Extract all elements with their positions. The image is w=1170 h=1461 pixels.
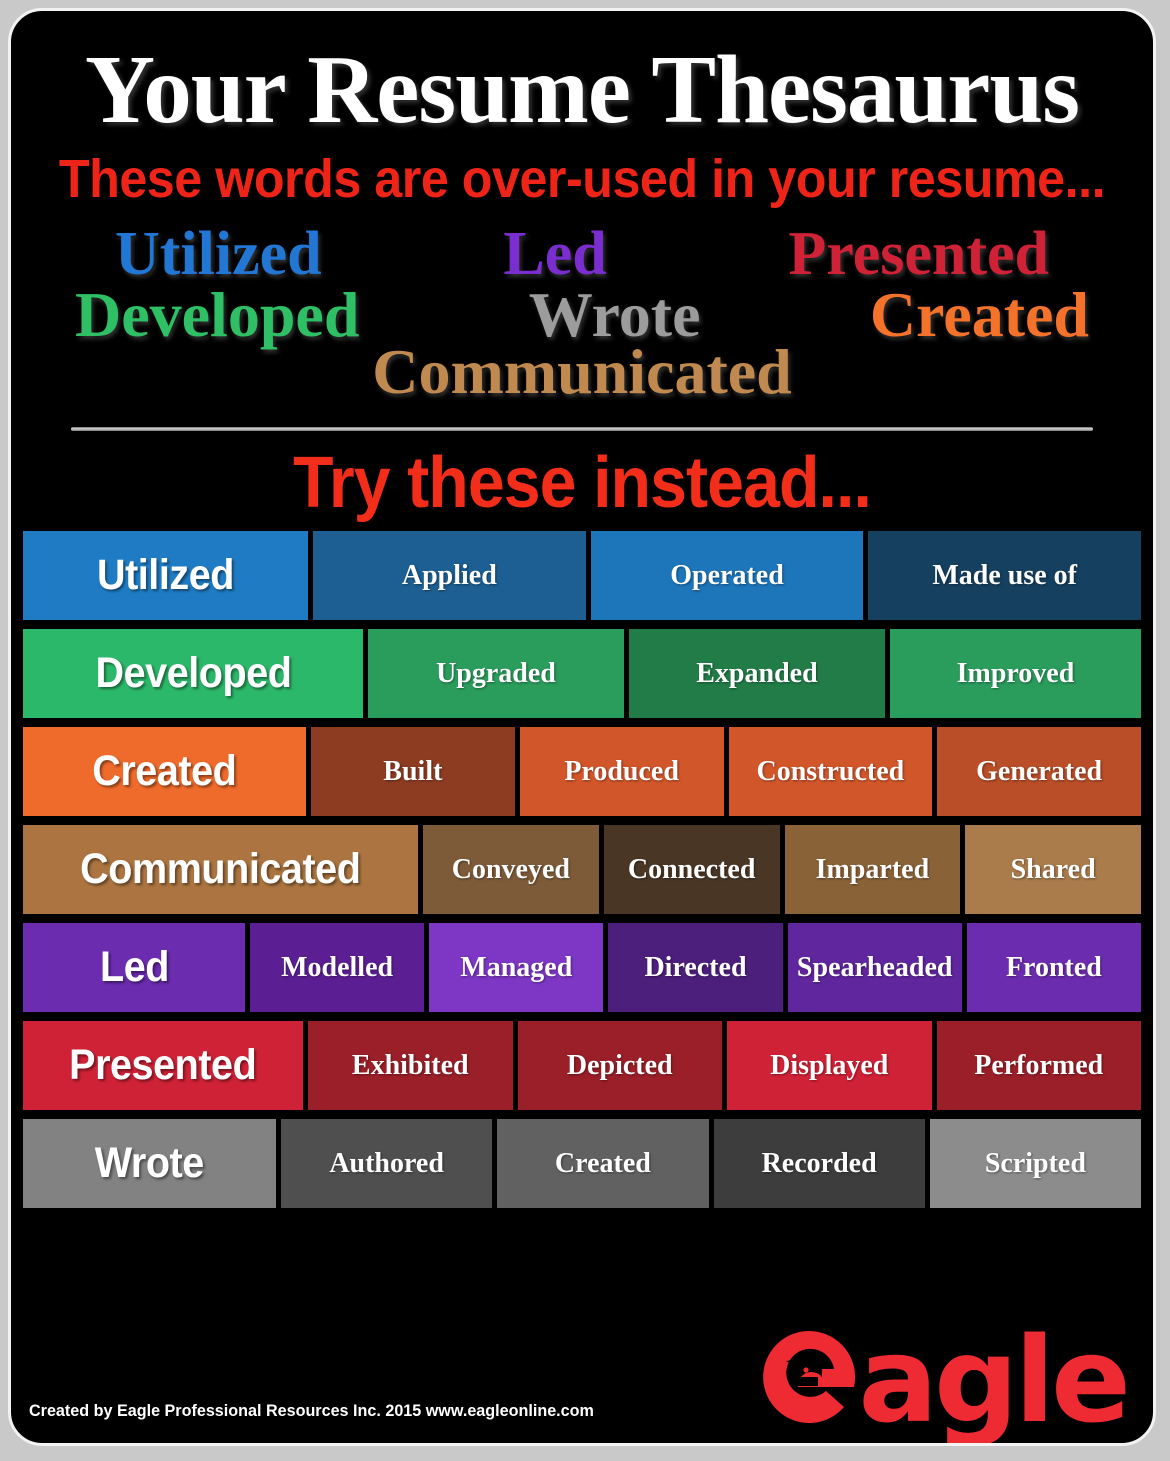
synonym-cell: Imparted — [784, 825, 961, 915]
overused-word-led: Led — [503, 220, 607, 288]
overused-word-presented: Presented — [788, 220, 1049, 288]
thesaurus-table: Utilized Applied Operated Made use of Develo… — [11, 531, 1153, 1209]
thesaurus-row: Communicated Conveyed Connected Imparted Sha… — [23, 825, 1141, 915]
thesaurus-row: Led Modelled Managed Directed Spearheaded Fro… — [23, 923, 1142, 1013]
synonym-cell: Displayed — [727, 1021, 932, 1111]
synonym-cell: Operated — [590, 531, 864, 621]
synonym-cell: Exhibited — [308, 1021, 513, 1111]
subtitle: These words are over-used in your resume… — [58, 149, 1106, 209]
synonym-cell: Constructed — [728, 727, 933, 817]
synonym-cell: Created — [497, 1119, 709, 1209]
synonym-cell: Applied — [313, 531, 586, 621]
synonym-cell: Performed — [936, 1021, 1141, 1111]
overused-word-created: Created — [869, 279, 1089, 351]
logo-wordmark: agle — [858, 1311, 1131, 1446]
eagle-head-icon — [758, 1325, 862, 1429]
overused-word-cloud: Utilized Led Presented Developed Wrote C… — [11, 220, 1153, 408]
synonym-cell: Built — [311, 727, 515, 817]
thesaurus-row: Wrote Authored Created Recorded Scripted — [23, 1119, 1141, 1209]
synonym-cell: Directed — [608, 923, 783, 1013]
thesaurus-row-label: Developed — [23, 629, 363, 719]
synonym-cell: Authored — [281, 1119, 493, 1209]
thesaurus-row-label: Utilized — [23, 531, 308, 621]
synonym-cell: Connected — [603, 825, 780, 915]
synonym-cell: Made use of — [868, 531, 1142, 621]
thesaurus-row-label: Wrote — [23, 1119, 276, 1209]
thesaurus-row-label: Created — [23, 727, 306, 817]
synonym-cell: Managed — [429, 923, 604, 1013]
footer: Created by Eagle Professional Resources … — [11, 1315, 1153, 1443]
overused-word-communicated: Communicated — [372, 336, 792, 408]
synonym-cell: Expanded — [628, 629, 885, 719]
synonym-cell: Modelled — [250, 923, 425, 1013]
synonym-cell: Conveyed — [423, 825, 599, 915]
thesaurus-row: Presented Exhibited Depicted Displayed Perfo… — [23, 1021, 1141, 1111]
thesaurus-row: Developed Upgraded Expanded Improved — [23, 629, 1141, 719]
eagle-logo: agle — [758, 1311, 1131, 1446]
synonym-cell: Produced — [519, 727, 724, 817]
thesaurus-row-label: Communicated — [23, 825, 418, 915]
section-heading-try-these-instead: Try these instead... — [293, 443, 872, 524]
synonym-cell: Scripted — [929, 1119, 1141, 1209]
synonym-cell: Depicted — [517, 1021, 722, 1111]
overused-word-developed: Developed — [75, 279, 360, 351]
section-divider — [71, 427, 1093, 432]
thesaurus-row: Utilized Applied Operated Made use of — [23, 531, 1142, 621]
overused-word-utilized: Utilized — [115, 220, 322, 288]
thesaurus-row-label: Led — [23, 923, 245, 1013]
synonym-cell: Fronted — [966, 923, 1142, 1013]
synonym-cell: Recorded — [713, 1119, 925, 1209]
synonym-cell: Shared — [965, 825, 1141, 915]
credit-text: Created by Eagle Professional Resources … — [29, 1401, 594, 1420]
thesaurus-row-label: Presented — [23, 1021, 303, 1111]
page-title: Your Resume Thesaurus — [84, 36, 1080, 143]
infographic-poster: Your Resume Thesaurus These words are ov… — [8, 8, 1156, 1446]
thesaurus-row: Created Built Produced Constructed Generated — [23, 727, 1141, 817]
synonym-cell: Generated — [937, 727, 1141, 817]
synonym-cell: Upgraded — [368, 629, 624, 719]
synonym-cell: Spearheaded — [787, 923, 962, 1013]
synonym-cell: Improved — [889, 629, 1141, 719]
